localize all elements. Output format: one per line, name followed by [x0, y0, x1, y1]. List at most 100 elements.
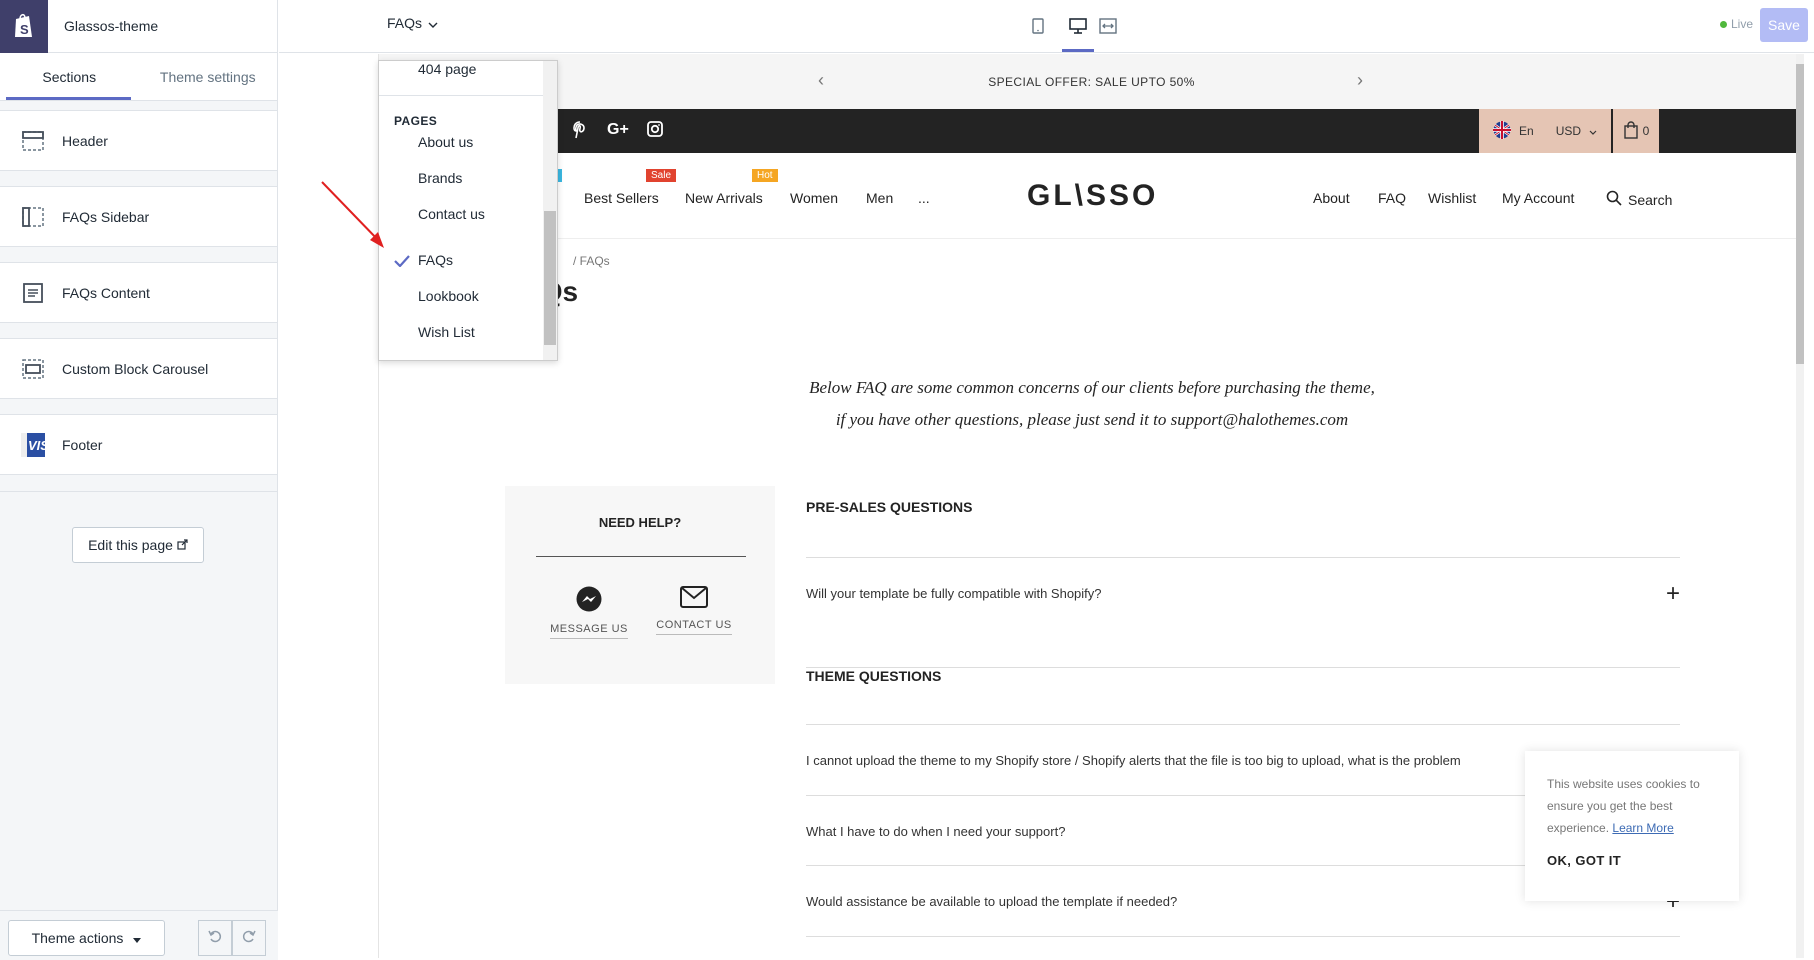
dropdown-item-about-us[interactable]: About us [418, 134, 473, 150]
editor-toolbar: FAQs Live Save [279, 0, 1814, 53]
chevron-down-icon [1589, 124, 1597, 138]
cart-count: 0 [1642, 124, 1650, 138]
dropdown-item-wish-list[interactable]: Wish List [418, 324, 475, 340]
nav-women[interactable]: Women [790, 190, 838, 206]
footer-thumbnail-icon: VIS [20, 432, 46, 458]
carousel-layout-icon [20, 356, 46, 382]
message-us-button[interactable]: MESSAGE US [545, 586, 633, 639]
edit-page-button[interactable]: Edit this page [72, 527, 204, 563]
chevron-down-icon [428, 15, 438, 31]
search-icon [1606, 190, 1622, 209]
checkmark-icon [394, 254, 410, 272]
announcement-bar: ‹ SPECIAL OFFER: SALE UPTO 50% › [379, 54, 1804, 109]
contact-us-label: CONTACT US [656, 619, 732, 635]
faq-group-title: PRE-SALES QUESTIONS [806, 499, 973, 515]
nav-more[interactable]: ... [918, 190, 930, 206]
sidebar-footer: Theme actions [0, 910, 278, 960]
dropdown-item-faqs[interactable]: FAQs [418, 252, 453, 268]
top-bar: G+ En USD 0 [379, 109, 1804, 153]
desktop-icon[interactable] [1066, 14, 1090, 38]
section-item-faqs-content[interactable]: FAQs Content [0, 262, 277, 323]
brand-bar: S Glassos-theme [0, 0, 277, 53]
faq-question-text: Would assistance be available to upload … [806, 893, 1178, 909]
nav-wishlist[interactable]: Wishlist [1428, 190, 1476, 206]
mail-icon [650, 586, 738, 613]
intro-line-2: if you have other questions, please just… [835, 410, 1349, 429]
language-currency-switcher[interactable]: En USD [1479, 109, 1611, 153]
tab-theme-settings[interactable]: Theme settings [139, 53, 278, 100]
announcement-text: SPECIAL OFFER: SALE UPTO 50% [988, 74, 1195, 89]
edit-page-label: Edit this page [88, 537, 173, 553]
pinterest-icon[interactable] [573, 121, 587, 144]
dropdown-item-brands[interactable]: Brands [418, 170, 462, 186]
undo-button[interactable] [198, 920, 232, 956]
page-selector[interactable]: FAQs [387, 15, 438, 31]
theme-actions-button[interactable]: Theme actions [8, 920, 165, 956]
section-label: FAQs Sidebar [62, 208, 150, 225]
messenger-icon [545, 586, 633, 617]
divider [536, 556, 746, 557]
site-logo[interactable]: GL\SSO [1027, 179, 1158, 213]
dropdown-item-lookbook[interactable]: Lookbook [418, 288, 479, 304]
section-item-custom-block-carousel[interactable]: Custom Block Carousel [0, 338, 277, 399]
nav-new-arrivals[interactable]: New Arrivals [685, 190, 763, 206]
nav-search[interactable]: Search [1606, 190, 1672, 209]
divider [806, 936, 1680, 937]
caret-down-icon [133, 930, 142, 946]
contact-us-button[interactable]: CONTACT US [650, 586, 738, 635]
currency-label: USD [1555, 124, 1582, 138]
breadcrumb: / FAQs [573, 254, 610, 268]
shopping-bag-icon [1623, 120, 1639, 142]
learn-more-link[interactable]: Learn More [1612, 821, 1673, 835]
cart-button[interactable]: 0 [1613, 109, 1659, 153]
text-layout-icon [20, 280, 46, 306]
nav-best-sellers[interactable]: Best Sellers [584, 190, 659, 206]
faq-question[interactable]: Will your template be fully compatible w… [806, 557, 1680, 628]
save-button[interactable]: Save [1760, 8, 1808, 42]
faq-intro: Below FAQ are some common concerns of ou… [379, 372, 1804, 436]
sections-list: Header FAQs Sidebar FAQs Content Custom … [0, 110, 277, 492]
faq-group-title: THEME QUESTIONS [806, 667, 1680, 684]
section-item-footer[interactable]: VIS Footer [0, 414, 277, 475]
chevron-right-icon[interactable]: › [1357, 70, 1363, 91]
cookie-accept-button[interactable]: OK, GOT IT [1547, 853, 1717, 868]
dropdown-scrollbar[interactable] [543, 61, 557, 360]
nav-faq[interactable]: FAQ [1378, 190, 1406, 206]
cookie-popup: This website uses cookies to ensure you … [1525, 751, 1739, 901]
search-label: Search [1628, 191, 1673, 208]
chevron-left-icon[interactable]: ‹ [818, 70, 824, 91]
shopify-logo-icon[interactable]: S [0, 0, 48, 53]
dropdown-item-contact-us[interactable]: Contact us [418, 206, 485, 222]
instagram-icon[interactable] [647, 121, 663, 142]
preview-scrollbar[interactable] [1796, 54, 1804, 958]
section-label: Custom Block Carousel [62, 360, 209, 377]
scrollbar-thumb[interactable] [1796, 64, 1804, 364]
annotation-arrow-icon [321, 181, 384, 248]
fullwidth-icon[interactable] [1096, 14, 1120, 38]
tab-sections[interactable]: Sections [0, 53, 139, 100]
nav-men[interactable]: Men [866, 190, 893, 206]
nav-my-account[interactable]: My Account [1502, 190, 1574, 206]
google-plus-icon[interactable]: G+ [607, 121, 629, 139]
mobile-icon[interactable] [1026, 14, 1050, 38]
faq-question-text: What I have to do when I need your suppo… [806, 823, 1066, 839]
section-item-header[interactable]: Header [0, 110, 277, 171]
dropdown-item-404[interactable]: 404 page [418, 61, 476, 77]
live-label: Live [1730, 17, 1753, 31]
language-label: En [1519, 124, 1534, 138]
plus-icon[interactable]: + [1666, 580, 1680, 608]
theme-name: Glassos-theme [64, 18, 159, 34]
need-help-title: NEED HELP? [598, 515, 682, 530]
redo-button[interactable] [232, 920, 266, 956]
main-navigation: w Sale Hot Best Sellers New Arrivals Wom… [379, 153, 1804, 239]
message-us-label: MESSAGE US [550, 623, 628, 639]
page-dropdown: 404 page PAGES About us Brands Contact u… [378, 60, 558, 361]
scrollbar-thumb[interactable] [544, 211, 556, 345]
section-item-faqs-sidebar[interactable]: FAQs Sidebar [0, 186, 277, 247]
uk-flag-icon [1493, 120, 1511, 142]
need-help-box: NEED HELP? MESSAGE US CONTACT US [505, 486, 775, 684]
active-device-indicator [1062, 49, 1094, 52]
header-layout-icon [20, 128, 46, 154]
nav-about[interactable]: About [1313, 190, 1350, 206]
section-label: Header [62, 132, 108, 149]
